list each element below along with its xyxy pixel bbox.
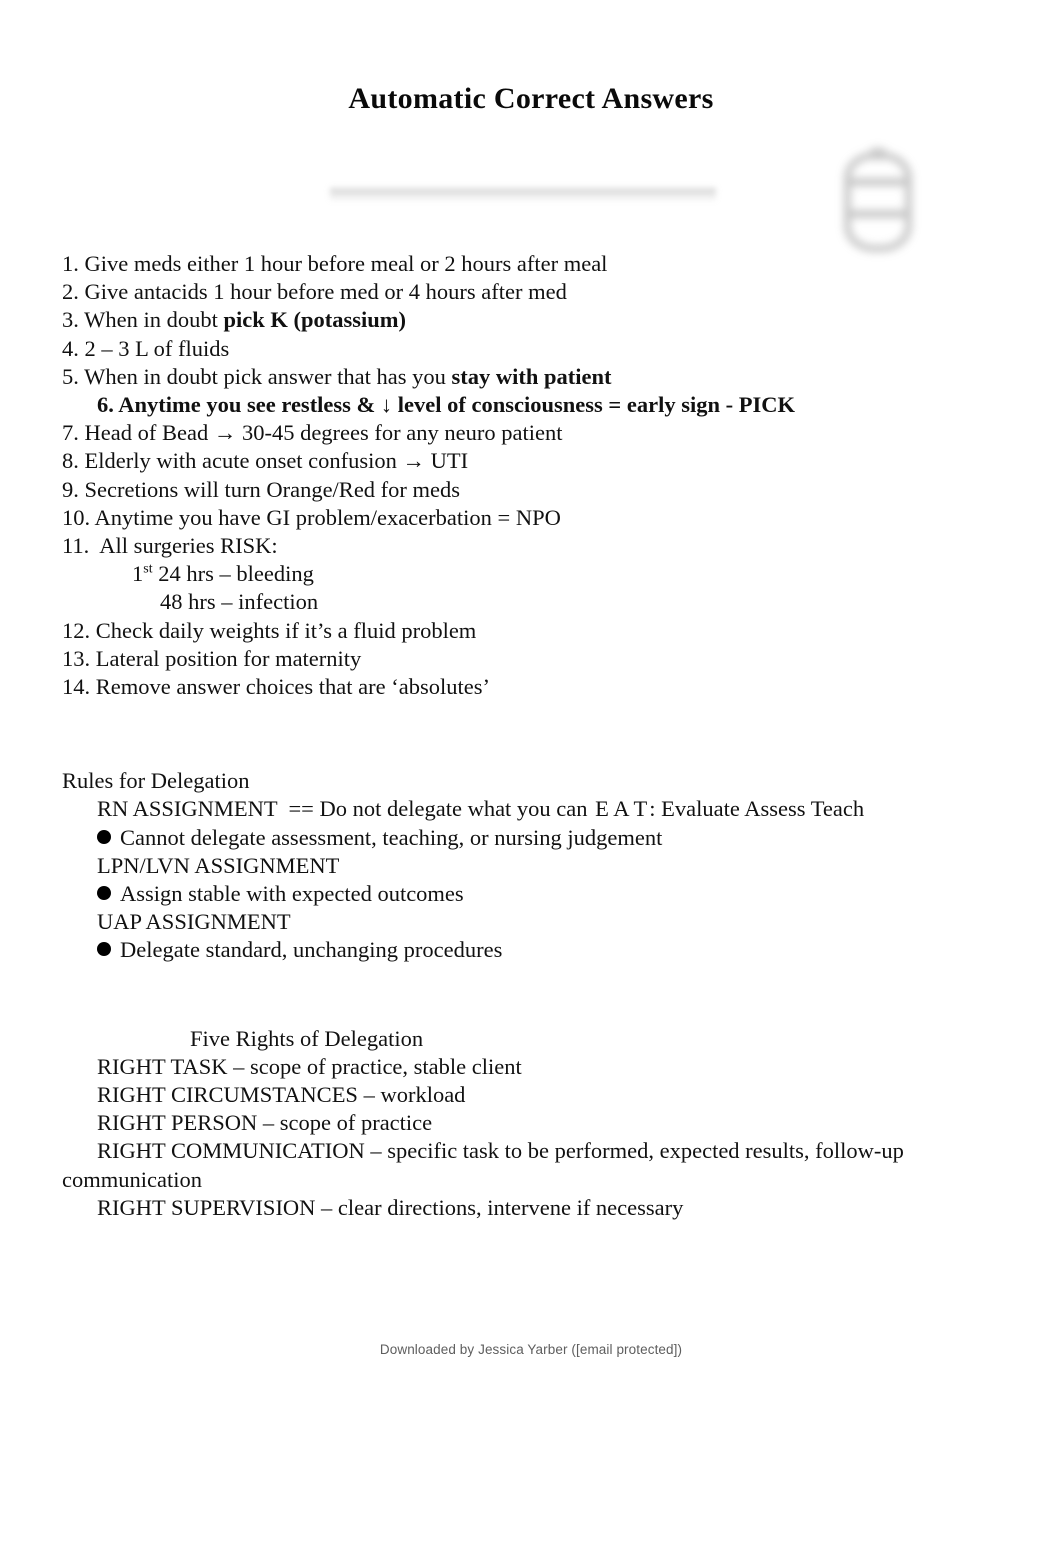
watermark-logo-bar-1 xyxy=(844,178,912,186)
rule-5-text: When in doubt pick answer that has you xyxy=(84,363,452,389)
eat-highlight: E A T xyxy=(593,795,649,823)
download-footer: Downloaded by Jessica Yarber ([email pro… xyxy=(379,1342,683,1357)
title-shadow xyxy=(330,188,716,202)
rule-item-12: 12. Check daily weights if it’s a fluid … xyxy=(62,617,1002,645)
rule-13-number: 13. xyxy=(62,645,91,671)
rule-3-emphasis: pick K (potassium) xyxy=(223,307,406,333)
rule-11-number: 11. xyxy=(62,533,90,559)
rule-5-number: 5. xyxy=(62,363,79,389)
uap-bullet-text: Delegate standard, unchanging procedures xyxy=(120,937,503,963)
rule-item-1: 1. Give meds either 1 hour before meal o… xyxy=(62,250,1002,278)
section-gap-1 xyxy=(62,701,1002,767)
eat-highlight-text: E A T xyxy=(595,796,648,822)
watermark-logo-icon xyxy=(838,148,922,260)
rule-9-text: Secretions will turn Orange/Red for meds xyxy=(84,476,461,502)
rule-item-14: 14. Remove answer choices that are ‘abso… xyxy=(62,673,1002,701)
rule-item-2: 2. Give antacids 1 hour before med or 4 … xyxy=(62,278,1002,306)
rule-7-text: Head of Bead → 30-45 degrees for any neu… xyxy=(84,420,563,446)
rule-1-text: Give meds either 1 hour before meal or 2… xyxy=(84,251,608,276)
rule-2-text: Give antacids 1 hour before med or 4 hou… xyxy=(84,279,567,305)
rule-item-8: 8. Elderly with acute onset confusion → … xyxy=(62,447,1002,475)
rule-5-emphasis: stay with patient xyxy=(451,363,612,389)
delegation-heading: Rules for Delegation xyxy=(62,768,250,794)
five-rights-item-3: RIGHT PERSON – scope of practice xyxy=(97,1110,433,1136)
rule-item-3: 3. When in doubt pick K (potassium) xyxy=(62,306,1002,334)
uap-assignment-bullet: Delegate standard, unchanging procedures xyxy=(62,936,1002,964)
rule-8-text: Elderly with acute onset confusion → UTI xyxy=(84,448,469,474)
uap-assignment-label: UAP ASSIGNMENT xyxy=(97,909,291,935)
bullet-dot-icon xyxy=(97,886,111,901)
rn-assignment-tail: : Evaluate Assess Teach xyxy=(649,796,865,822)
surgery-risk-1-prefix: 1 xyxy=(132,561,144,587)
surgery-risk-1-superscript: st xyxy=(143,561,153,577)
rule-4-text: 2 – 3 L of fluids xyxy=(84,335,230,361)
watermark-logo-body xyxy=(844,152,912,252)
page-title-container: Automatic Correct Answers xyxy=(0,80,1062,122)
rule-item-7: 7. Head of Bead → 30-45 degrees for any … xyxy=(62,419,1002,447)
document-page: Automatic Correct Answers 1. Give meds e… xyxy=(0,0,1062,1556)
lpn-assignment-label: LPN/LVN ASSIGNMENT xyxy=(97,852,340,878)
document-body: 1. Give meds either 1 hour before meal o… xyxy=(62,250,1002,1222)
page-title: Automatic Correct Answers xyxy=(348,82,714,115)
rn-assignment-bullet: Cannot delegate assessment, teaching, or… xyxy=(62,824,1002,852)
rule-12-text: Check daily weights if it’s a fluid prob… xyxy=(95,617,477,643)
rule-6-number: 6. xyxy=(97,392,114,418)
rule-3-number: 3. xyxy=(62,307,79,333)
rule-8-number: 8. xyxy=(62,448,79,474)
five-rights-item-4: RIGHT COMMUNICATION – specific task to b… xyxy=(97,1138,904,1164)
rule-6-text: Anytime you see restless & ↓ level of co… xyxy=(118,392,795,418)
five-rights-heading: Five Rights of Delegation xyxy=(190,1025,424,1051)
five-rights-item-2: RIGHT CIRCUMSTANCES – workload xyxy=(97,1082,466,1108)
rule-1-number: 1. xyxy=(62,251,79,276)
lpn-bullet-text: Assign stable with expected outcomes xyxy=(120,881,464,907)
surgery-risk-1-text: 24 hrs – bleeding xyxy=(152,561,314,587)
rule-13-text: Lateral position for maternity xyxy=(95,645,362,671)
bullet-dot-icon xyxy=(97,942,111,957)
lpn-assignment-bullet: Assign stable with expected outcomes xyxy=(62,880,1002,908)
five-rights-item-5: RIGHT SUPERVISION – clear directions, in… xyxy=(97,1194,684,1220)
section-gap-2 xyxy=(62,965,1002,1025)
rn-assignment-line: RN ASSIGNMENT == Do not delegate what yo… xyxy=(62,795,1002,823)
rule-item-4: 4. 2 – 3 L of fluids xyxy=(62,335,1002,363)
bullet-dot-icon xyxy=(97,829,111,844)
watermark-logo-bar-2 xyxy=(844,210,912,218)
rule-item-6: 6. Anytime you see restless & ↓ level of… xyxy=(62,391,1002,419)
rule-item-5: 5. When in doubt pick answer that has yo… xyxy=(62,363,1002,391)
rn-bullet-text: Cannot delegate assessment, teaching, or… xyxy=(120,824,663,850)
rule-11-text: All surgeries RISK: xyxy=(94,533,278,559)
surgery-risk-line-1: 1st 24 hrs – bleeding xyxy=(62,560,1002,588)
rule-4-number: 4. xyxy=(62,335,79,361)
rule-14-text: Remove answer choices that are ‘absolute… xyxy=(95,674,490,700)
rule-3-text: When in doubt xyxy=(84,307,224,333)
rule-9-number: 9. xyxy=(62,476,79,502)
five-rights-item-1: RIGHT TASK – scope of practice, stable c… xyxy=(97,1053,522,1079)
rule-10-number: 10. xyxy=(62,504,91,530)
rule-item-10: 10. Anytime you have GI problem/exacerba… xyxy=(62,504,1002,532)
rule-12-number: 12. xyxy=(62,617,91,643)
rule-14-number: 14. xyxy=(62,674,91,700)
rn-assignment-label: RN ASSIGNMENT == Do not delegate what yo… xyxy=(97,796,594,822)
rule-2-number: 2. xyxy=(62,279,79,305)
rule-item-9: 9. Secretions will turn Orange/Red for m… xyxy=(62,476,1002,504)
rule-10-text: Anytime you have GI problem/exacerbation… xyxy=(94,504,561,530)
surgery-risk-line-2: 48 hrs – infection xyxy=(160,589,319,615)
five-rights-item-4-wrap: communication xyxy=(62,1166,202,1192)
rule-item-13: 13. Lateral position for maternity xyxy=(62,645,1002,673)
rule-item-11: 11. All surgeries RISK: xyxy=(62,532,1002,560)
rule-7-number: 7. xyxy=(62,420,79,446)
